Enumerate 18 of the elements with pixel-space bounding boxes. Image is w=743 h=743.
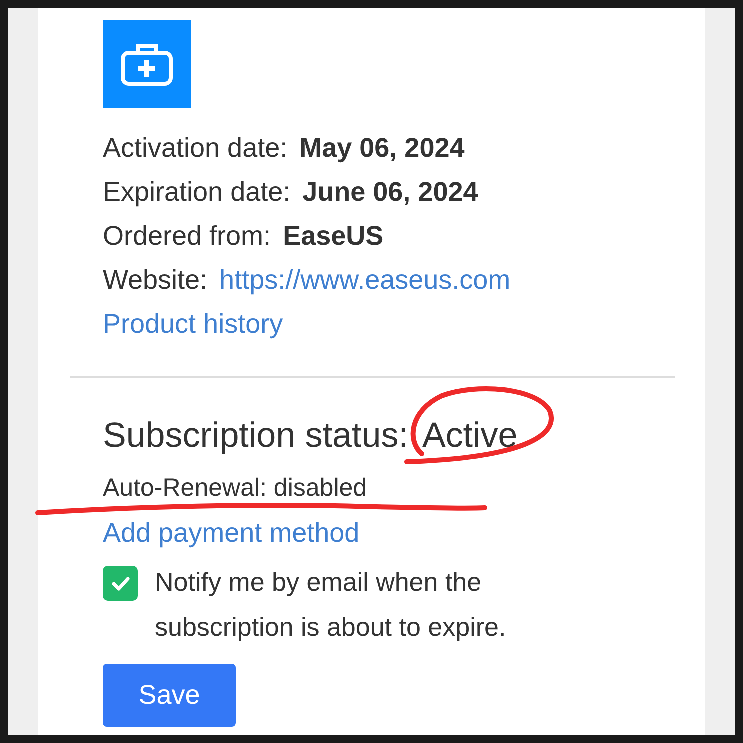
status-label: Subscription status: <box>103 415 408 457</box>
checkbox[interactable] <box>103 566 138 601</box>
website-link[interactable]: https://www.easeus.com <box>220 262 511 298</box>
detail-value: EaseUS <box>283 220 384 253</box>
check-icon <box>110 576 130 592</box>
detail-value: June 06, 2024 <box>302 176 478 209</box>
add-payment-link[interactable]: Add payment method <box>103 518 360 548</box>
status-value: Active <box>422 416 518 455</box>
save-button[interactable]: Save <box>103 664 236 727</box>
detail-label: Ordered from: <box>103 220 272 253</box>
detail-value: May 06, 2024 <box>300 132 465 165</box>
auto-renewal-text: Auto-Renewal: disabled <box>103 474 368 502</box>
product-history-link[interactable]: Product history <box>103 306 284 342</box>
detail-label: Expiration date: <box>103 176 291 209</box>
first-aid-kit-icon <box>103 20 191 108</box>
detail-label: Website: <box>103 264 208 297</box>
detail-label: Activation date: <box>103 132 288 165</box>
notify-label: Notify me by email when the subscription is about to expire. <box>155 566 508 644</box>
